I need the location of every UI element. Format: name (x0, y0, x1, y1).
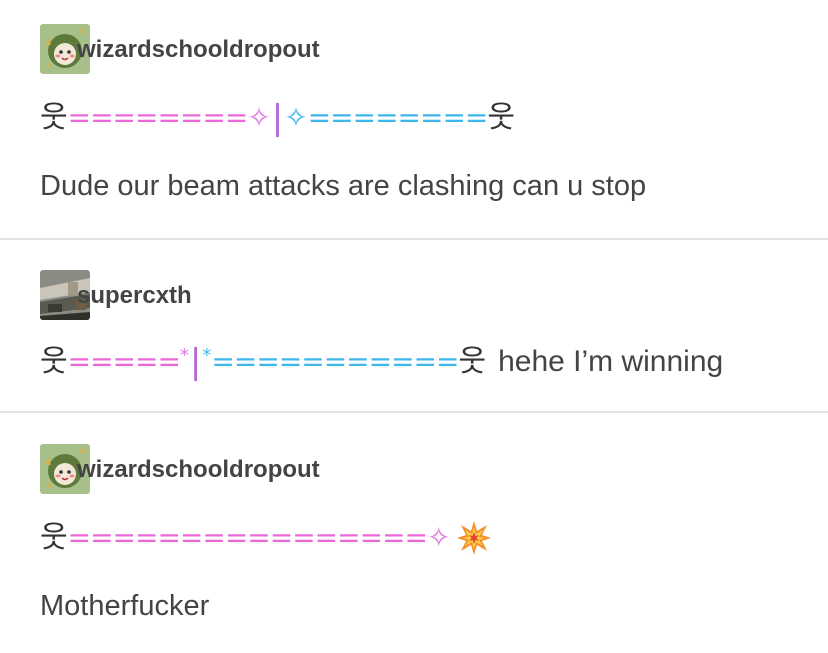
right-person-glyph: 웃 (487, 100, 515, 135)
clash-bar: | (189, 342, 202, 382)
collision-icon (457, 521, 492, 555)
username[interactable]: wizardschooldropout (77, 36, 320, 64)
post-text: hehe I’m winning (498, 345, 724, 378)
blue-beam: ======== (307, 101, 489, 134)
pink-beam: ================ (67, 521, 428, 554)
right-person-glyph: 웃 (458, 344, 487, 379)
blue-beam: =========== (211, 345, 459, 378)
beam-emoticon: 웃 ================ ✧ (40, 520, 492, 556)
beam-emoticon: 웃 ===== * | * =========== 웃 hehe I’m win… (40, 344, 723, 380)
pink-sparkle-icon: ✧ (247, 101, 271, 134)
pink-beam: ===== (67, 345, 181, 378)
left-person-glyph: 웃 (40, 100, 68, 135)
pink-beam: ======== (67, 101, 249, 134)
post-text: Motherfucker (40, 590, 210, 622)
post-divider (0, 411, 828, 413)
left-person-glyph: 웃 (40, 520, 68, 555)
pink-sparkle-icon: ✧ (426, 521, 451, 554)
post-divider (0, 238, 828, 240)
username[interactable]: wizardschooldropout (77, 456, 320, 484)
pink-asterisk-icon: * (179, 345, 189, 366)
username[interactable]: supercxth (77, 282, 192, 310)
blue-asterisk-icon: * (202, 345, 212, 366)
post-text: Dude our beam attacks are clashing can u… (40, 170, 647, 202)
beam-emoticon: 웃 ======== ✧ | ✧ ======== 웃 (40, 100, 515, 136)
blue-sparkle-icon: ✧ (284, 101, 308, 134)
left-person-glyph: 웃 (40, 344, 68, 379)
clash-bar: | (271, 98, 284, 138)
